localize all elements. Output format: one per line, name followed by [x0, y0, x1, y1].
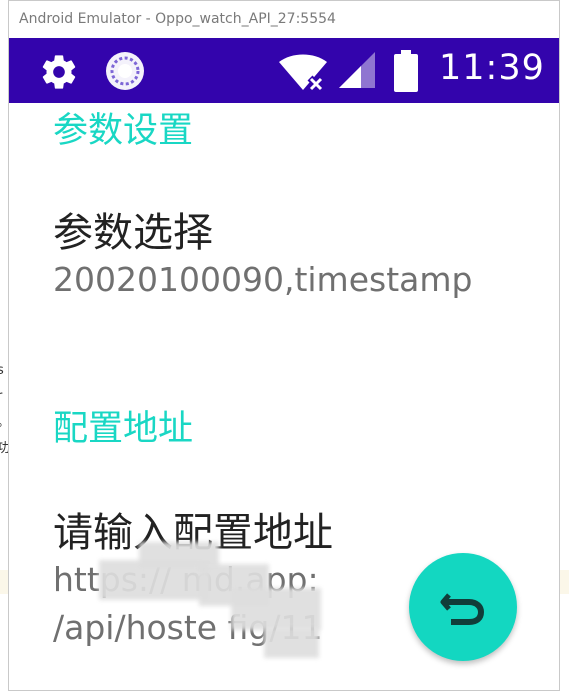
preference-parameter-select[interactable]: 参数选择 20020100090,timestamp: [9, 178, 559, 318]
section-header-parameters: 参数设置: [53, 111, 194, 151]
background-strip: [560, 570, 569, 594]
sync-icon: [106, 52, 144, 90]
preference-title: 参数选择: [53, 210, 213, 256]
battery-icon: [394, 50, 418, 92]
preference-summary: 20020100090,timestamp: [53, 260, 473, 299]
section-header-config: 配置地址: [53, 409, 194, 449]
undo-fab-button[interactable]: [409, 553, 517, 661]
gear-icon: [42, 55, 76, 89]
background-text-fragment: s: [0, 363, 4, 378]
redaction-mask: [264, 628, 319, 658]
undo-icon: [440, 593, 485, 625]
android-screen: 11:39 参数设置 参数选择 20020100090,timestamp 配置…: [9, 38, 559, 690]
status-bar: 11:39: [9, 38, 559, 103]
window-title: Android Emulator - Oppo_watch_API_27:555…: [19, 11, 336, 27]
redaction-mask: [231, 588, 321, 630]
status-clock: 11:39: [439, 48, 545, 88]
background-text-fragment: r: [0, 390, 2, 403]
cell-signal-icon: [339, 52, 375, 88]
wifi-off-icon: [279, 54, 327, 93]
